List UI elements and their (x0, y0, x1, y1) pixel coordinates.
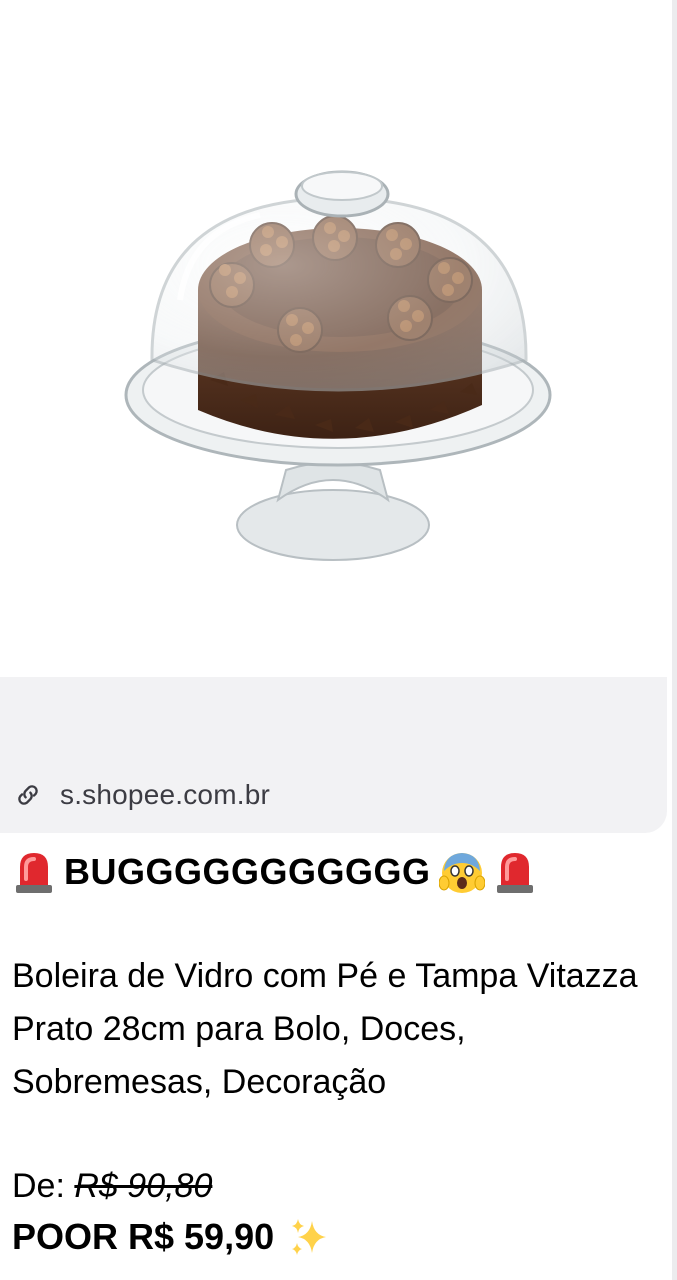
old-price-label: De: (12, 1167, 65, 1205)
chat-divider (672, 0, 677, 1280)
preview-domain[interactable]: s.shopee.com.br (60, 779, 270, 811)
cake-stand-illustration (124, 170, 552, 561)
product-description: Boleira de Vidro com Pé e Tampa Vitazza … (12, 957, 638, 1101)
scream-face-icon (438, 853, 485, 893)
siren-icon (496, 853, 533, 893)
old-price: De: R$ 90,80 (12, 1163, 652, 1209)
new-price-text: POOR R$ 59,90 (12, 1216, 275, 1257)
link-preview-card[interactable]: s.shopee.com.br (0, 0, 667, 833)
sparkles-icon (292, 1219, 327, 1255)
product-image[interactable] (0, 0, 667, 677)
link-icon (18, 785, 38, 805)
message-headline: BUGGGGGGGGGGG (12, 842, 652, 902)
headline-text: BUGGGGGGGGGGG (64, 851, 431, 892)
new-price: POOR R$ 59,90 (12, 1212, 652, 1262)
siren-icon (16, 853, 52, 893)
preview-link[interactable]: s.shopee.com.br (14, 770, 270, 820)
old-price-value: R$ 90,80 (74, 1167, 213, 1205)
